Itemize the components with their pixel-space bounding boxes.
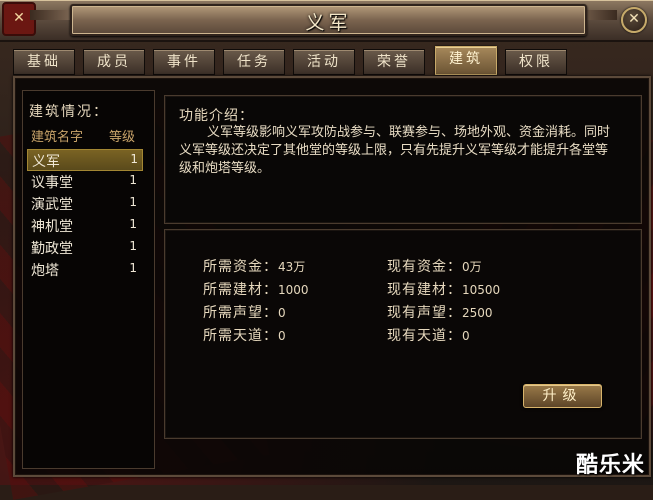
column-header-level: 等级 xyxy=(109,130,136,145)
window-title: 义军 xyxy=(305,12,352,34)
watermark: 酷乐米 xyxy=(575,453,645,478)
current-tiandao: 现有天道：0 xyxy=(387,325,470,345)
building-name: 义军 xyxy=(32,154,60,170)
building-level: 1 xyxy=(129,217,137,231)
upgrade-button[interactable]: 升级 xyxy=(523,384,602,408)
building-name: 神机堂 xyxy=(31,219,73,235)
close-icon[interactable]: ✕ xyxy=(621,7,647,33)
required-tiandao: 所需天道：0 xyxy=(203,325,286,345)
required-materials: 所需建材：1000 xyxy=(203,279,309,299)
buildings-heading: 建筑情况： xyxy=(29,104,109,120)
info-heading: 功能介绍： xyxy=(179,108,254,124)
title-ornament-left xyxy=(30,10,70,20)
building-level: 1 xyxy=(129,261,137,275)
building-name: 议事堂 xyxy=(31,175,73,191)
required-prestige-label: 所需声望： xyxy=(203,305,278,321)
building-row-yishitang[interactable]: 议事堂 1 xyxy=(27,171,141,191)
tab-basic[interactable]: 基础 xyxy=(13,49,75,75)
building-row-shenjitang[interactable]: 神机堂 1 xyxy=(27,215,141,235)
required-prestige: 所需声望：0 xyxy=(203,302,286,322)
tab-members[interactable]: 成员 xyxy=(83,49,145,75)
building-level: 1 xyxy=(129,195,137,209)
building-level: 1 xyxy=(129,239,137,253)
current-materials: 现有建材：10500 xyxy=(387,279,500,299)
building-level: 1 xyxy=(129,173,137,187)
building-name: 演武堂 xyxy=(31,197,73,213)
building-row-paota[interactable]: 炮塔 1 xyxy=(27,259,141,279)
current-tiandao-label: 现有天道： xyxy=(387,328,462,344)
building-name: 炮塔 xyxy=(31,263,59,279)
current-materials-value: 10500 xyxy=(462,283,501,297)
tab-activities[interactable]: 活动 xyxy=(293,49,355,75)
required-materials-value: 1000 xyxy=(278,283,309,297)
building-level: 1 xyxy=(130,152,138,166)
current-funds-label: 现有资金： xyxy=(387,259,462,275)
tab-permissions[interactable]: 权限 xyxy=(505,49,567,75)
title-plaque: 义军 xyxy=(70,4,587,36)
required-tiandao-value: 0 xyxy=(278,329,286,343)
current-funds: 现有资金：0万 xyxy=(387,256,482,276)
current-funds-value: 0万 xyxy=(462,260,482,274)
tab-events[interactable]: 事件 xyxy=(153,49,215,75)
buildings-panel: 建筑情况： 建筑名字 等级 义军 1 议事堂 1 演武堂 1 神机堂 1 勤政堂… xyxy=(22,90,155,469)
info-description: 义军等级影响义军攻防战参与、联赛参与、场地外观、资金消耗。同时义军等级还决定了其… xyxy=(179,125,611,176)
tab-tasks[interactable]: 任务 xyxy=(223,49,285,75)
building-name: 勤政堂 xyxy=(31,241,73,257)
building-row-yijun[interactable]: 义军 1 xyxy=(27,149,143,171)
current-materials-label: 现有建材： xyxy=(387,282,462,298)
building-row-qinzhengtang[interactable]: 勤政堂 1 xyxy=(27,237,141,257)
current-tiandao-value: 0 xyxy=(462,329,470,343)
building-row-yanwutang[interactable]: 演武堂 1 xyxy=(27,193,141,213)
tab-honors[interactable]: 荣誉 xyxy=(363,49,425,75)
current-prestige: 现有声望：2500 xyxy=(387,302,493,322)
required-funds-label: 所需资金： xyxy=(203,259,278,275)
required-materials-label: 所需建材： xyxy=(203,282,278,298)
required-tiandao-label: 所需天道： xyxy=(203,328,278,344)
required-prestige-value: 0 xyxy=(278,306,286,320)
required-funds: 所需资金：43万 xyxy=(203,256,305,276)
current-prestige-value: 2500 xyxy=(462,306,493,320)
required-funds-value: 43万 xyxy=(278,260,306,274)
tab-buildings[interactable]: 建筑 xyxy=(435,46,497,75)
column-header-name: 建筑名字 xyxy=(31,130,84,145)
title-bar: ✕ 义军 ✕ xyxy=(0,0,653,42)
current-prestige-label: 现有声望： xyxy=(387,305,462,321)
function-info-panel: 功能介绍： 义军等级影响义军攻防战参与、联赛参与、场地外观、资金消耗。同时义军等… xyxy=(164,95,642,224)
